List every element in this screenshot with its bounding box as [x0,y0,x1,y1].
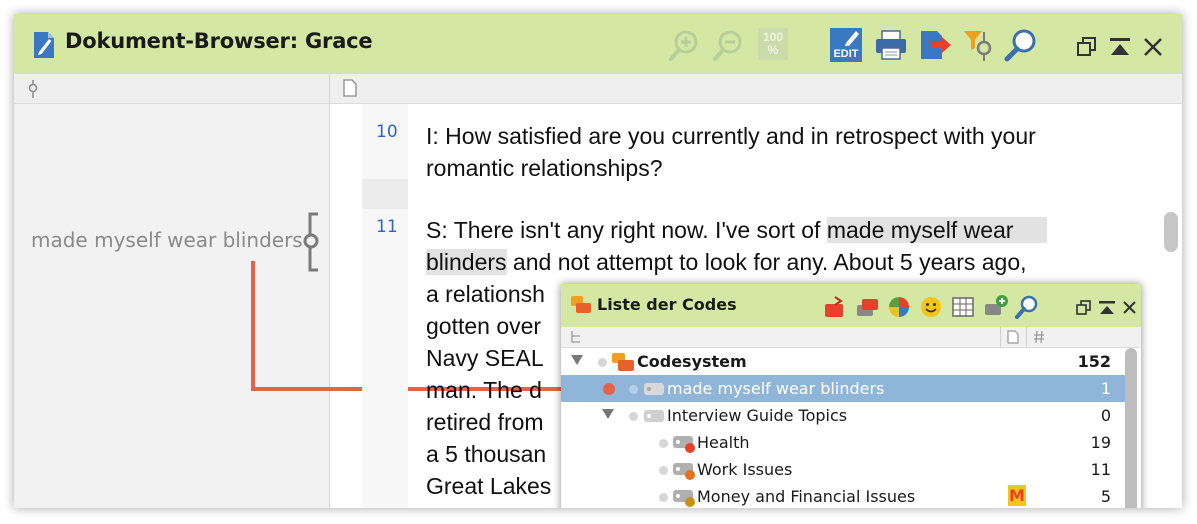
print-icon[interactable] [874,28,908,62]
code-label: Money and Financial Issues [697,487,916,506]
zoom-out-icon[interactable] [712,28,746,62]
code-label: made myself wear blinders [667,379,885,398]
code-list-scrollbar[interactable] [1125,348,1137,508]
visibility-dot [629,385,638,394]
table-icon[interactable] [951,295,975,319]
code-stripe-label[interactable]: made myself wear blinders [31,228,303,252]
window-title: Dokument-Browser: Grace [65,29,373,53]
memo-column-icon [1007,330,1019,344]
color-chart-icon[interactable] [887,295,911,319]
edit-icon[interactable]: EDIT [830,28,862,62]
code-icon [673,490,695,507]
code-row-interview-guide[interactable]: Interview Guide Topics 0 [561,402,1127,429]
link-endpoint [603,383,615,395]
code-stripe-panel [14,104,329,508]
count-column-icon [1034,330,1044,344]
emoticode-icon[interactable] [919,295,943,319]
close-icon[interactable] [1122,300,1137,315]
code-list-window: Liste der Codes Codesystem 152 made myse… [561,284,1141,508]
code-row-work-issues[interactable]: Work Issues 11 [561,456,1127,483]
search-icon[interactable] [1004,28,1038,62]
new-code-icon[interactable] [823,295,847,319]
column-separator [329,74,330,508]
code-list-column-header [561,327,1141,348]
code-icon [644,410,664,422]
visibility-dot [629,412,638,421]
visibility-dot [659,466,668,475]
code-bracket-icon[interactable] [302,212,326,272]
code-count: 19 [1090,433,1111,452]
code-count: 1 [1100,379,1111,398]
restore-icon[interactable] [1076,36,1098,58]
code-row-money[interactable]: Money and Financial Issues M 5 [561,483,1127,508]
code-icon [673,436,695,453]
add-code-icon[interactable] [983,293,1009,319]
code-label: Interview Guide Topics [667,406,848,425]
text-line: I: How satisfied are you currently and i… [426,123,1036,149]
page-column-icon [343,79,357,97]
filter-icon[interactable] [962,28,996,62]
coded-segment[interactable]: made myself wear [826,217,1048,243]
code-label: Work Issues [697,460,793,479]
code-column-icon [28,80,38,98]
code-sets-icon[interactable] [855,295,879,319]
code-count: 0 [1100,406,1111,425]
document-browser-window: Dokument-Browser: Grace 100 % EDIT made … [14,14,1182,508]
title-bar: Dokument-Browser: Grace 100 % EDIT [14,14,1182,74]
code-icon [644,383,664,395]
visibility-dot [659,439,668,448]
link-line-vertical [251,261,255,391]
code-count: 5 [1100,487,1111,506]
paragraph-10: I: How satisfied are you currently and i… [426,120,1036,184]
memo-icon[interactable]: M [1008,485,1026,506]
code-label: Health [697,433,750,452]
tree-icon [571,331,580,343]
line-number-column [362,104,408,508]
expand-arrow-icon[interactable] [571,355,583,365]
zoom-100-icon[interactable]: 100 % [758,28,788,60]
code-icon [673,463,695,480]
code-count: 11 [1090,460,1111,479]
code-system-icon [571,296,591,313]
collapse-icon[interactable] [1098,300,1116,316]
search-codes-icon[interactable] [1015,295,1039,319]
collapse-icon[interactable] [1108,36,1132,58]
text-line: S: There isn't any right now. I've sort … [426,214,1048,246]
code-list-title-bar: Liste der Codes [561,284,1141,327]
code-row-selected[interactable]: made myself wear blinders 1 [561,375,1127,402]
visibility-dot [659,493,668,502]
column-divider [1026,327,1027,347]
zoom-in-icon[interactable] [668,28,702,62]
code-list-title: Liste der Codes [597,295,737,314]
text-line: blinders and not attempt to look for any… [426,249,1027,275]
restore-icon[interactable] [1076,300,1092,316]
code-system-icon [612,353,634,371]
close-icon[interactable] [1142,36,1164,58]
column-header [14,74,1182,104]
line-number-10: 10 [376,122,398,142]
code-count: 152 [1077,352,1111,371]
coded-segment[interactable]: blinders [426,249,507,275]
column-divider [1000,327,1001,347]
expand-arrow-icon[interactable] [602,409,614,419]
line-number-11: 11 [376,217,398,237]
code-label: Codesystem [637,352,747,371]
visibility-dot [598,358,607,367]
document-edit-icon [34,32,54,58]
line-number-gap [362,179,408,209]
export-icon[interactable] [918,28,952,62]
code-row-health[interactable]: Health 19 [561,429,1127,456]
code-row-codesystem[interactable]: Codesystem 152 [561,348,1127,375]
document-scrollbar[interactable] [1164,212,1178,252]
text-line: romantic relationships? [426,155,663,181]
